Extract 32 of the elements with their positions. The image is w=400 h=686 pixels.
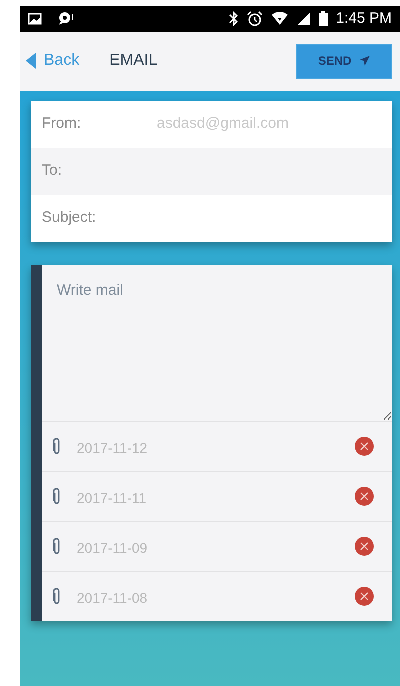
close-icon — [360, 592, 369, 601]
clock-time: 1:45 PM — [336, 8, 392, 29]
attachment-name: 2017-11-08 — [77, 589, 149, 608]
back-button[interactable]: Back — [26, 49, 80, 74]
signal-icon — [297, 12, 312, 26]
back-arrow-icon — [26, 53, 36, 70]
field-label: Subject: — [42, 208, 98, 228]
chat-icon — [58, 12, 74, 26]
wifi-icon — [271, 12, 290, 26]
attachment-name: 2017-11-09 — [77, 539, 149, 558]
alarm-icon — [247, 10, 264, 27]
image-icon — [28, 12, 42, 25]
remove-button[interactable] — [355, 437, 374, 456]
close-icon — [360, 492, 369, 501]
remove-button[interactable] — [355, 587, 374, 606]
close-icon — [360, 442, 369, 451]
bluetooth-icon — [229, 10, 240, 27]
remove-button[interactable] — [355, 487, 374, 506]
paperclip-icon — [52, 488, 62, 505]
field-label: From: — [42, 114, 82, 134]
page-title: EMAIL — [110, 51, 158, 72]
send-icon — [360, 56, 370, 66]
close-icon — [360, 542, 369, 551]
battery-icon — [319, 11, 328, 26]
send-button[interactable]: SEND — [296, 44, 392, 79]
field-label: To: — [42, 161, 64, 182]
paperclip-icon — [52, 538, 62, 555]
paperclip-icon — [52, 438, 62, 455]
paperclip-icon — [52, 588, 62, 605]
attachment-name: 2017-11-12 — [77, 439, 149, 458]
remove-button[interactable] — [355, 537, 374, 556]
attachment-name: 2017-11-11 — [77, 489, 148, 508]
